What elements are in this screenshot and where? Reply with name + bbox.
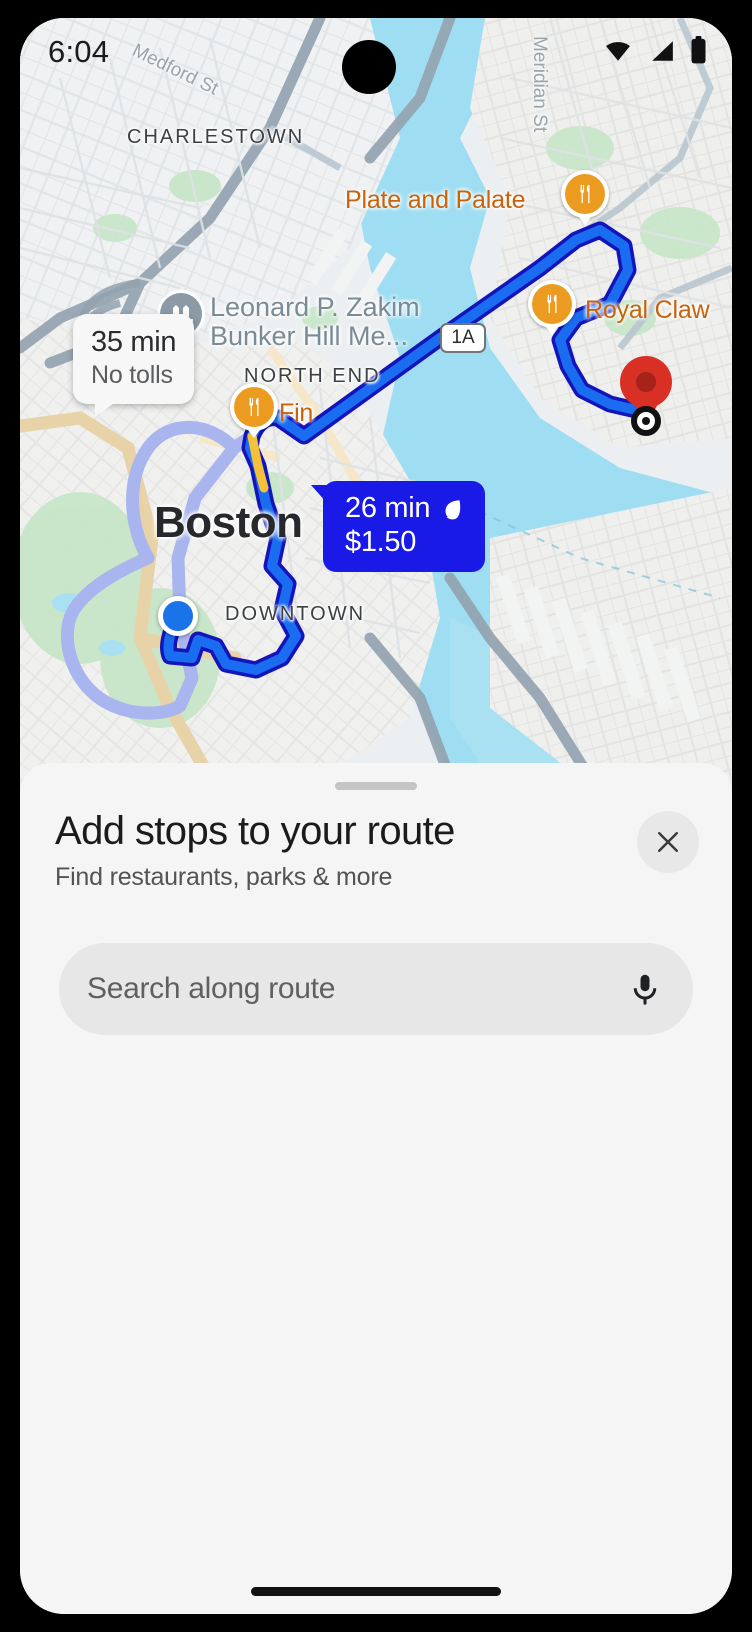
main-route-price: $1.50	[345, 526, 465, 559]
poi-marker-plate-and-palate[interactable]	[561, 170, 609, 230]
main-route-duration: 26 min	[345, 492, 430, 525]
close-icon	[653, 827, 683, 857]
restaurant-icon	[574, 183, 596, 205]
eco-leaf-icon	[439, 496, 465, 522]
phone-frame: Medford St Meridian St CHARLESTOWN NORTH…	[0, 0, 752, 1632]
phone-screen: Medford St Meridian St CHARLESTOWN NORTH…	[20, 18, 732, 1614]
search-bar[interactable]	[59, 943, 693, 1035]
main-route-eta-badge[interactable]: 26 min $1.50	[323, 481, 485, 572]
poi-marker-fin[interactable]	[230, 383, 278, 443]
restaurant-icon	[243, 396, 265, 418]
map-canvas[interactable]: Medford St Meridian St CHARLESTOWN NORTH…	[20, 18, 732, 778]
alt-route-duration: 35 min	[91, 326, 176, 359]
destination-pin[interactable]	[620, 356, 672, 434]
alternate-route-eta-callout[interactable]: 35 min No tolls	[73, 314, 194, 404]
gesture-navigation-bar[interactable]	[251, 1587, 501, 1596]
highway-shield-1a: 1A	[440, 323, 486, 353]
sheet-title: Add stops to your route	[55, 808, 697, 854]
microphone-icon[interactable]	[627, 971, 663, 1007]
restaurant-icon	[541, 293, 563, 315]
origin-dot	[158, 596, 198, 636]
sheet-header: Add stops to your route Find restaurants…	[20, 808, 732, 892]
search-input[interactable]	[87, 972, 627, 1006]
sheet-drag-handle[interactable]	[335, 782, 417, 790]
sheet-subtitle: Find restaurants, parks & more	[55, 863, 697, 892]
close-button[interactable]	[637, 811, 699, 873]
bottom-sheet[interactable]: Add stops to your route Find restaurants…	[20, 763, 732, 1614]
poi-marker-royal-claw[interactable]	[528, 280, 576, 340]
alt-route-tolls: No tolls	[91, 361, 176, 390]
